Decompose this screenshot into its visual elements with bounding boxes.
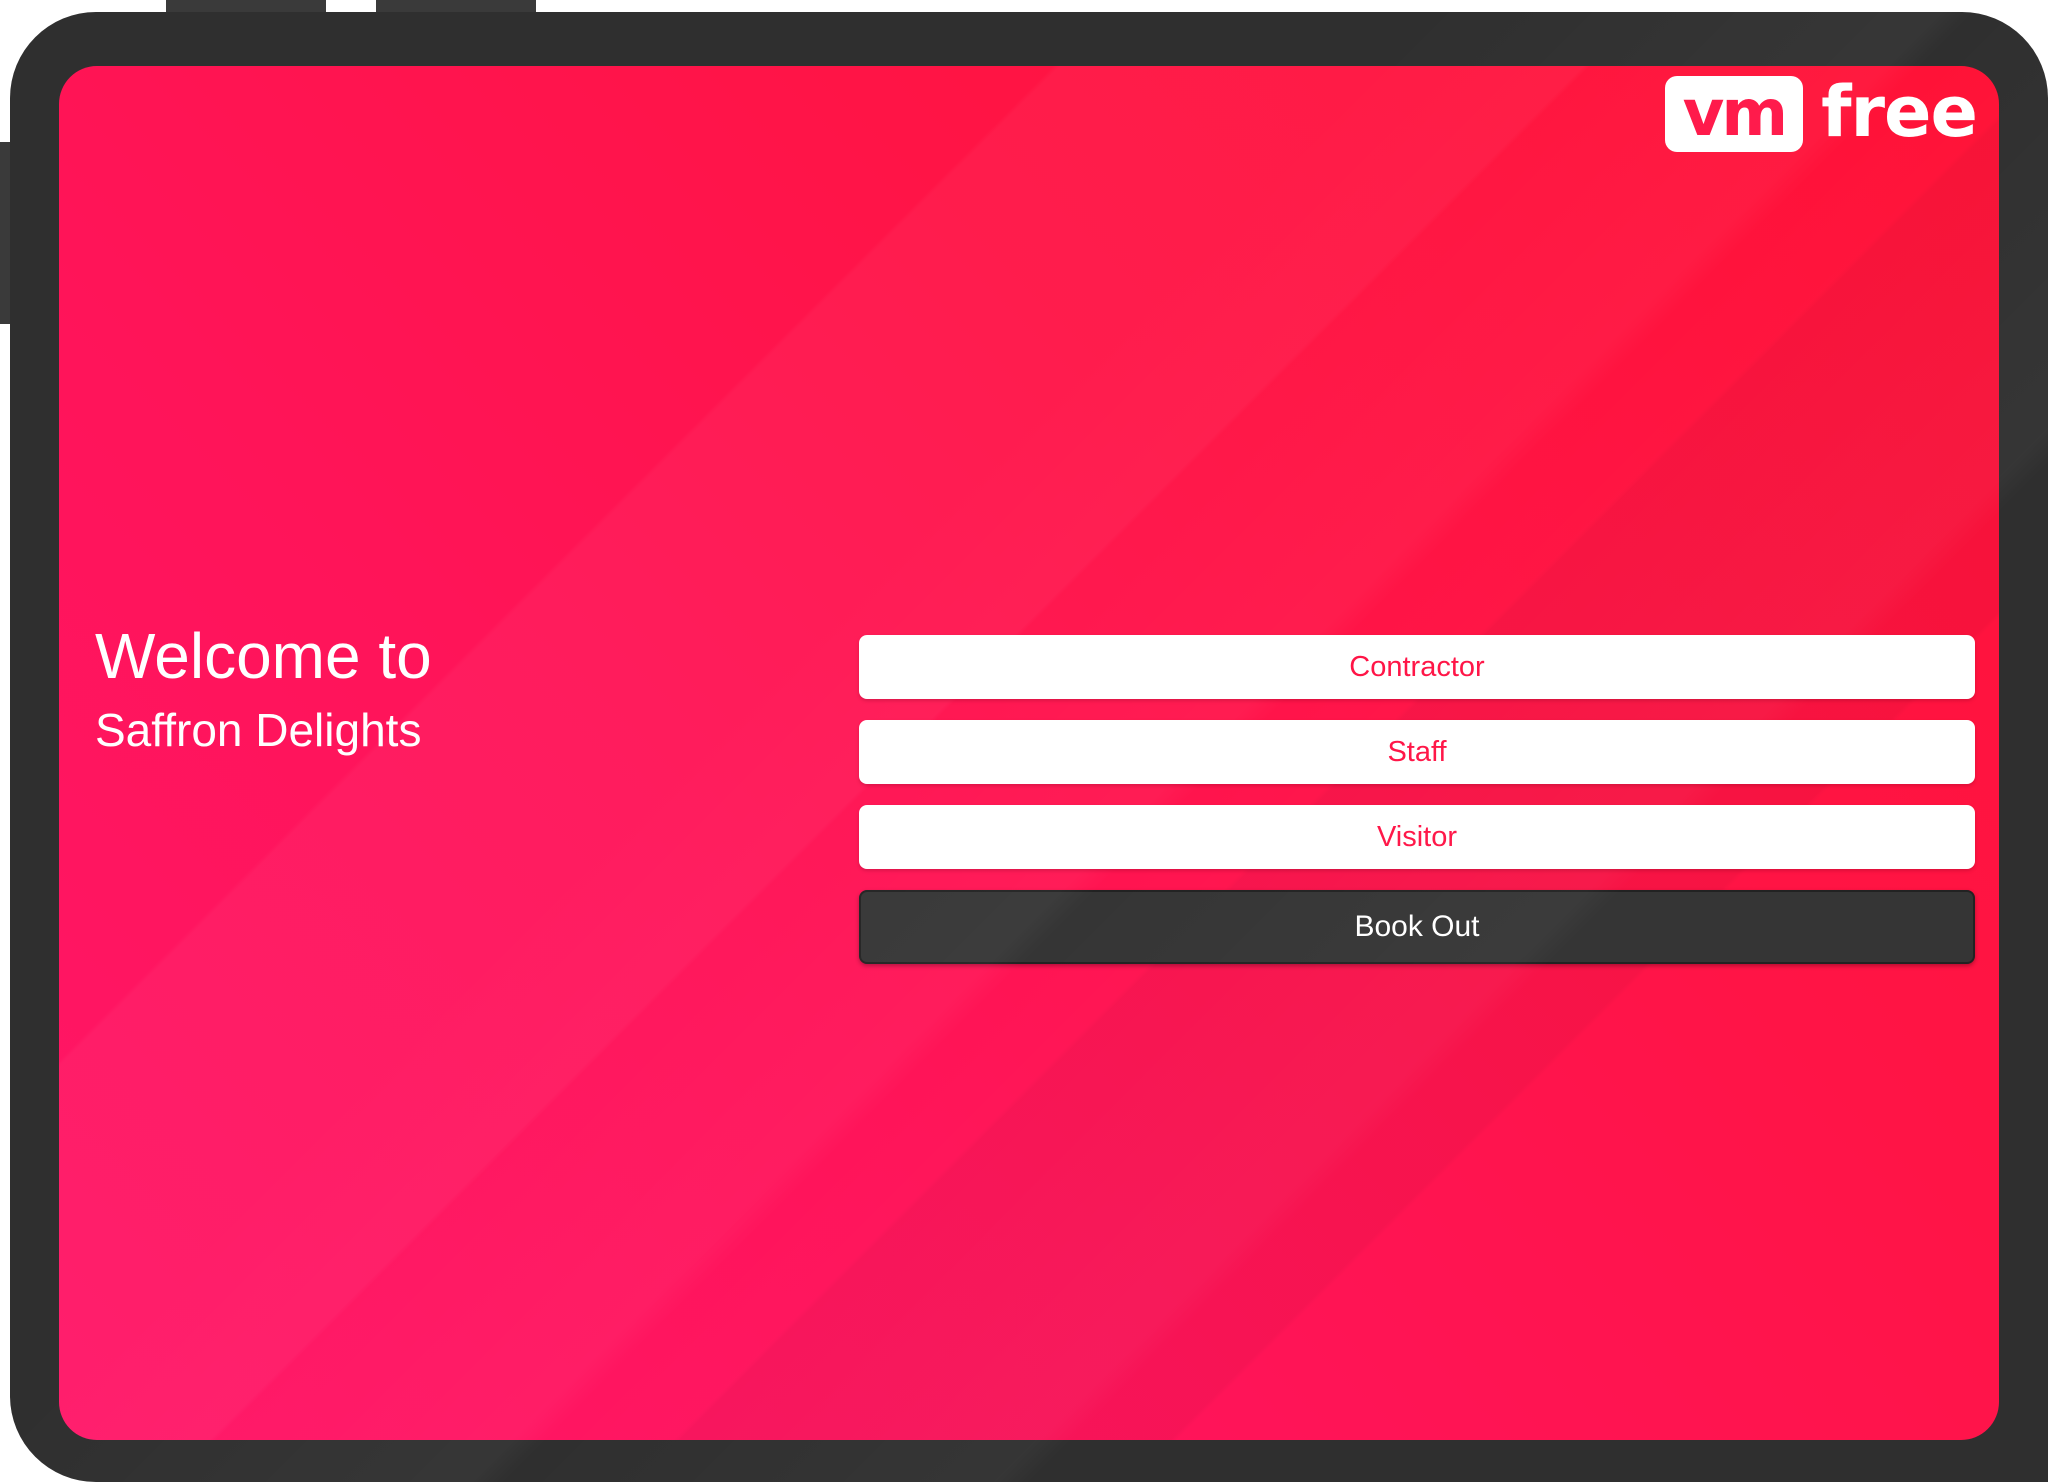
visitor-button[interactable]: Visitor [859, 805, 1975, 869]
contractor-button[interactable]: Contractor [859, 635, 1975, 699]
logo-mark: vm [1664, 76, 1804, 152]
organization-name: Saffron Delights [95, 704, 422, 757]
tablet-kiosk: vm free Welcome to Saffron Delights Cont… [0, 0, 2048, 1482]
vmfree-logo: vm free [1664, 71, 1978, 153]
book-out-button[interactable]: Book Out [859, 890, 1975, 964]
sign-in-options: Contractor Staff Visitor Book Out [859, 635, 1975, 964]
kiosk-screen: vm free Welcome to Saffron Delights Cont… [59, 66, 1999, 1440]
device-frame: vm free Welcome to Saffron Delights Cont… [10, 12, 2048, 1482]
logo-word: free [1821, 71, 1978, 153]
welcome-block: Welcome to Saffron Delights [95, 621, 432, 759]
staff-button[interactable]: Staff [859, 720, 1975, 784]
welcome-title: Welcome to [95, 620, 432, 692]
